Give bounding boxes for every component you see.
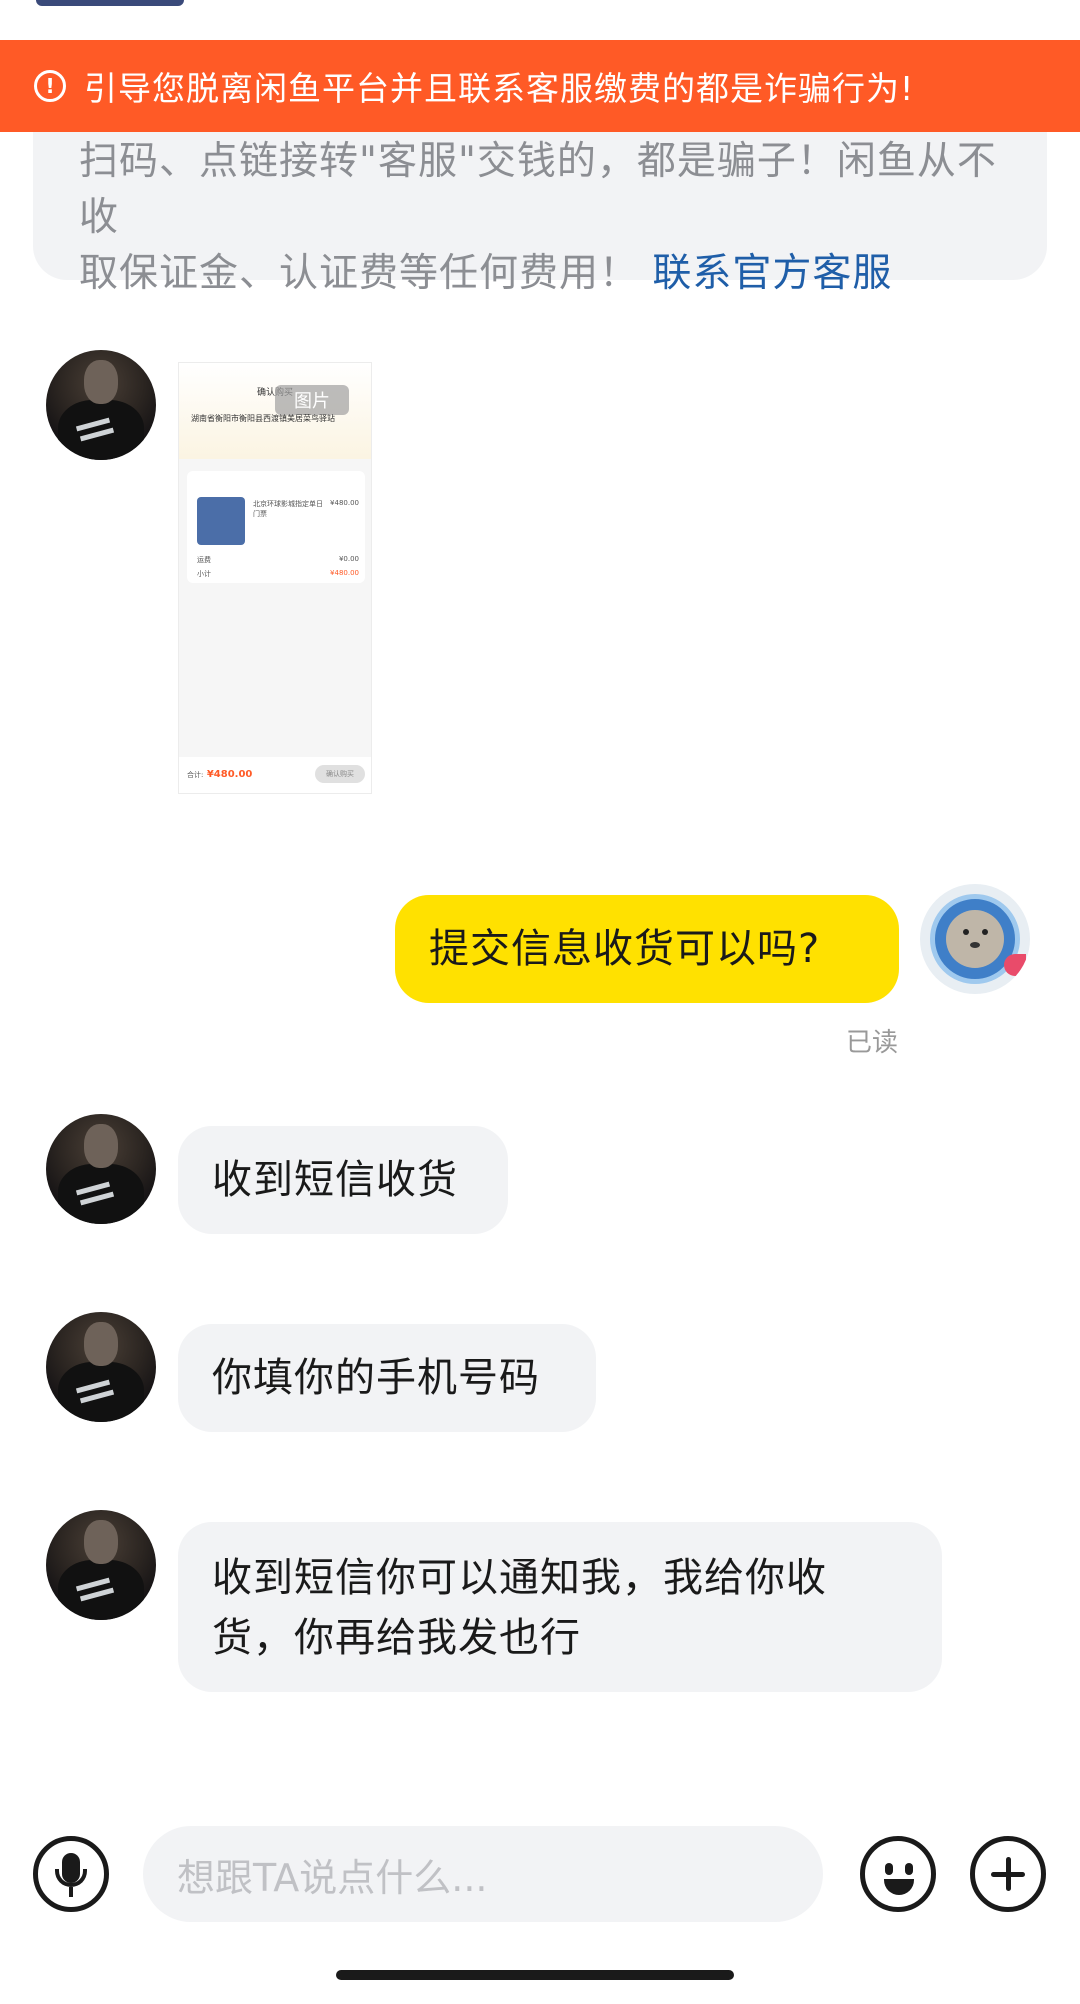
notice-line-1: 扫码、点链接转"客服"交钱的，都是骗子！闲鱼从不收: [79, 139, 997, 240]
message-text-line-1: 收到短信你可以通知我，我给你收: [212, 1555, 827, 1601]
contact-message-bubble[interactable]: 收到短信你可以通知我，我给你收 货，你再给我发也行: [178, 1522, 942, 1692]
image-shipping-value: ¥0.00: [338, 555, 359, 563]
message-text: 你填你的手机号码: [212, 1355, 540, 1401]
image-badge: 图片: [275, 385, 349, 415]
image-product-card: 北京环球影城指定单日门票 ¥480.00 运费 ¥0.00 小计 ¥480.00: [187, 471, 365, 583]
my-avatar[interactable]: [920, 884, 1030, 994]
message-input-placeholder: 想跟TA说点什么...: [177, 1855, 488, 1900]
my-message-bubble[interactable]: 提交信息收货可以吗?: [395, 895, 899, 1003]
image-address: 湖南省衡阳市衡阳县西渡镇美居菜鸟驿站: [191, 414, 335, 423]
contact-message-bubble[interactable]: 你填你的手机号码: [178, 1324, 596, 1432]
message-text: 收到短信收货: [212, 1157, 458, 1203]
voice-input-button[interactable]: [33, 1836, 109, 1912]
fraud-warning-banner: ! 引导您脱离闲鱼平台并且联系客服缴费的都是诈骗行为!: [0, 40, 1080, 132]
image-total-value: ¥480.00: [206, 769, 253, 780]
exclamation-circle-icon: !: [34, 70, 66, 102]
contact-avatar[interactable]: [46, 1312, 156, 1422]
notice-line-2: 取保证金、认证费等任何费用！: [79, 251, 640, 296]
image-total-label: 合计:: [187, 771, 204, 779]
image-subtotal-value: ¥480.00: [330, 569, 359, 577]
product-thumbnail: [197, 497, 245, 545]
image-shipping-label: 运费: [197, 556, 211, 564]
image-subtotal-label: 小计: [197, 570, 211, 578]
image-product-name: 北京环球影城指定单日门票: [253, 500, 323, 518]
image-product-price: ¥480.00: [330, 499, 359, 507]
message-input[interactable]: 想跟TA说点什么...: [143, 1826, 823, 1922]
contact-avatar[interactable]: [46, 350, 156, 460]
fraud-warning-text: 引导您脱离闲鱼平台并且联系客服缴费的都是诈骗行为!: [84, 69, 915, 108]
contact-avatar[interactable]: [46, 1114, 156, 1224]
emoji-button[interactable]: [860, 1836, 936, 1912]
read-status: 已读: [846, 1028, 899, 1058]
order-screenshot-image[interactable]: 确认购买 图片 湖南省衡阳市衡阳县西渡镇美居菜鸟驿站 北京环球影城指定单日门票 …: [178, 362, 372, 794]
contact-official-service-link[interactable]: 联系官方客服: [652, 251, 892, 296]
message-text: 提交信息收货可以吗?: [429, 926, 821, 972]
home-indicator[interactable]: [336, 1970, 734, 1980]
contact-avatar[interactable]: [46, 1510, 156, 1620]
header-avatar-remnant: [36, 0, 184, 6]
more-options-button[interactable]: [970, 1836, 1046, 1912]
message-text-line-2: 货，你再给我发也行: [212, 1615, 581, 1661]
image-confirm-button: 确认购买: [315, 765, 365, 783]
contact-message-bubble[interactable]: 收到短信收货: [178, 1126, 508, 1234]
